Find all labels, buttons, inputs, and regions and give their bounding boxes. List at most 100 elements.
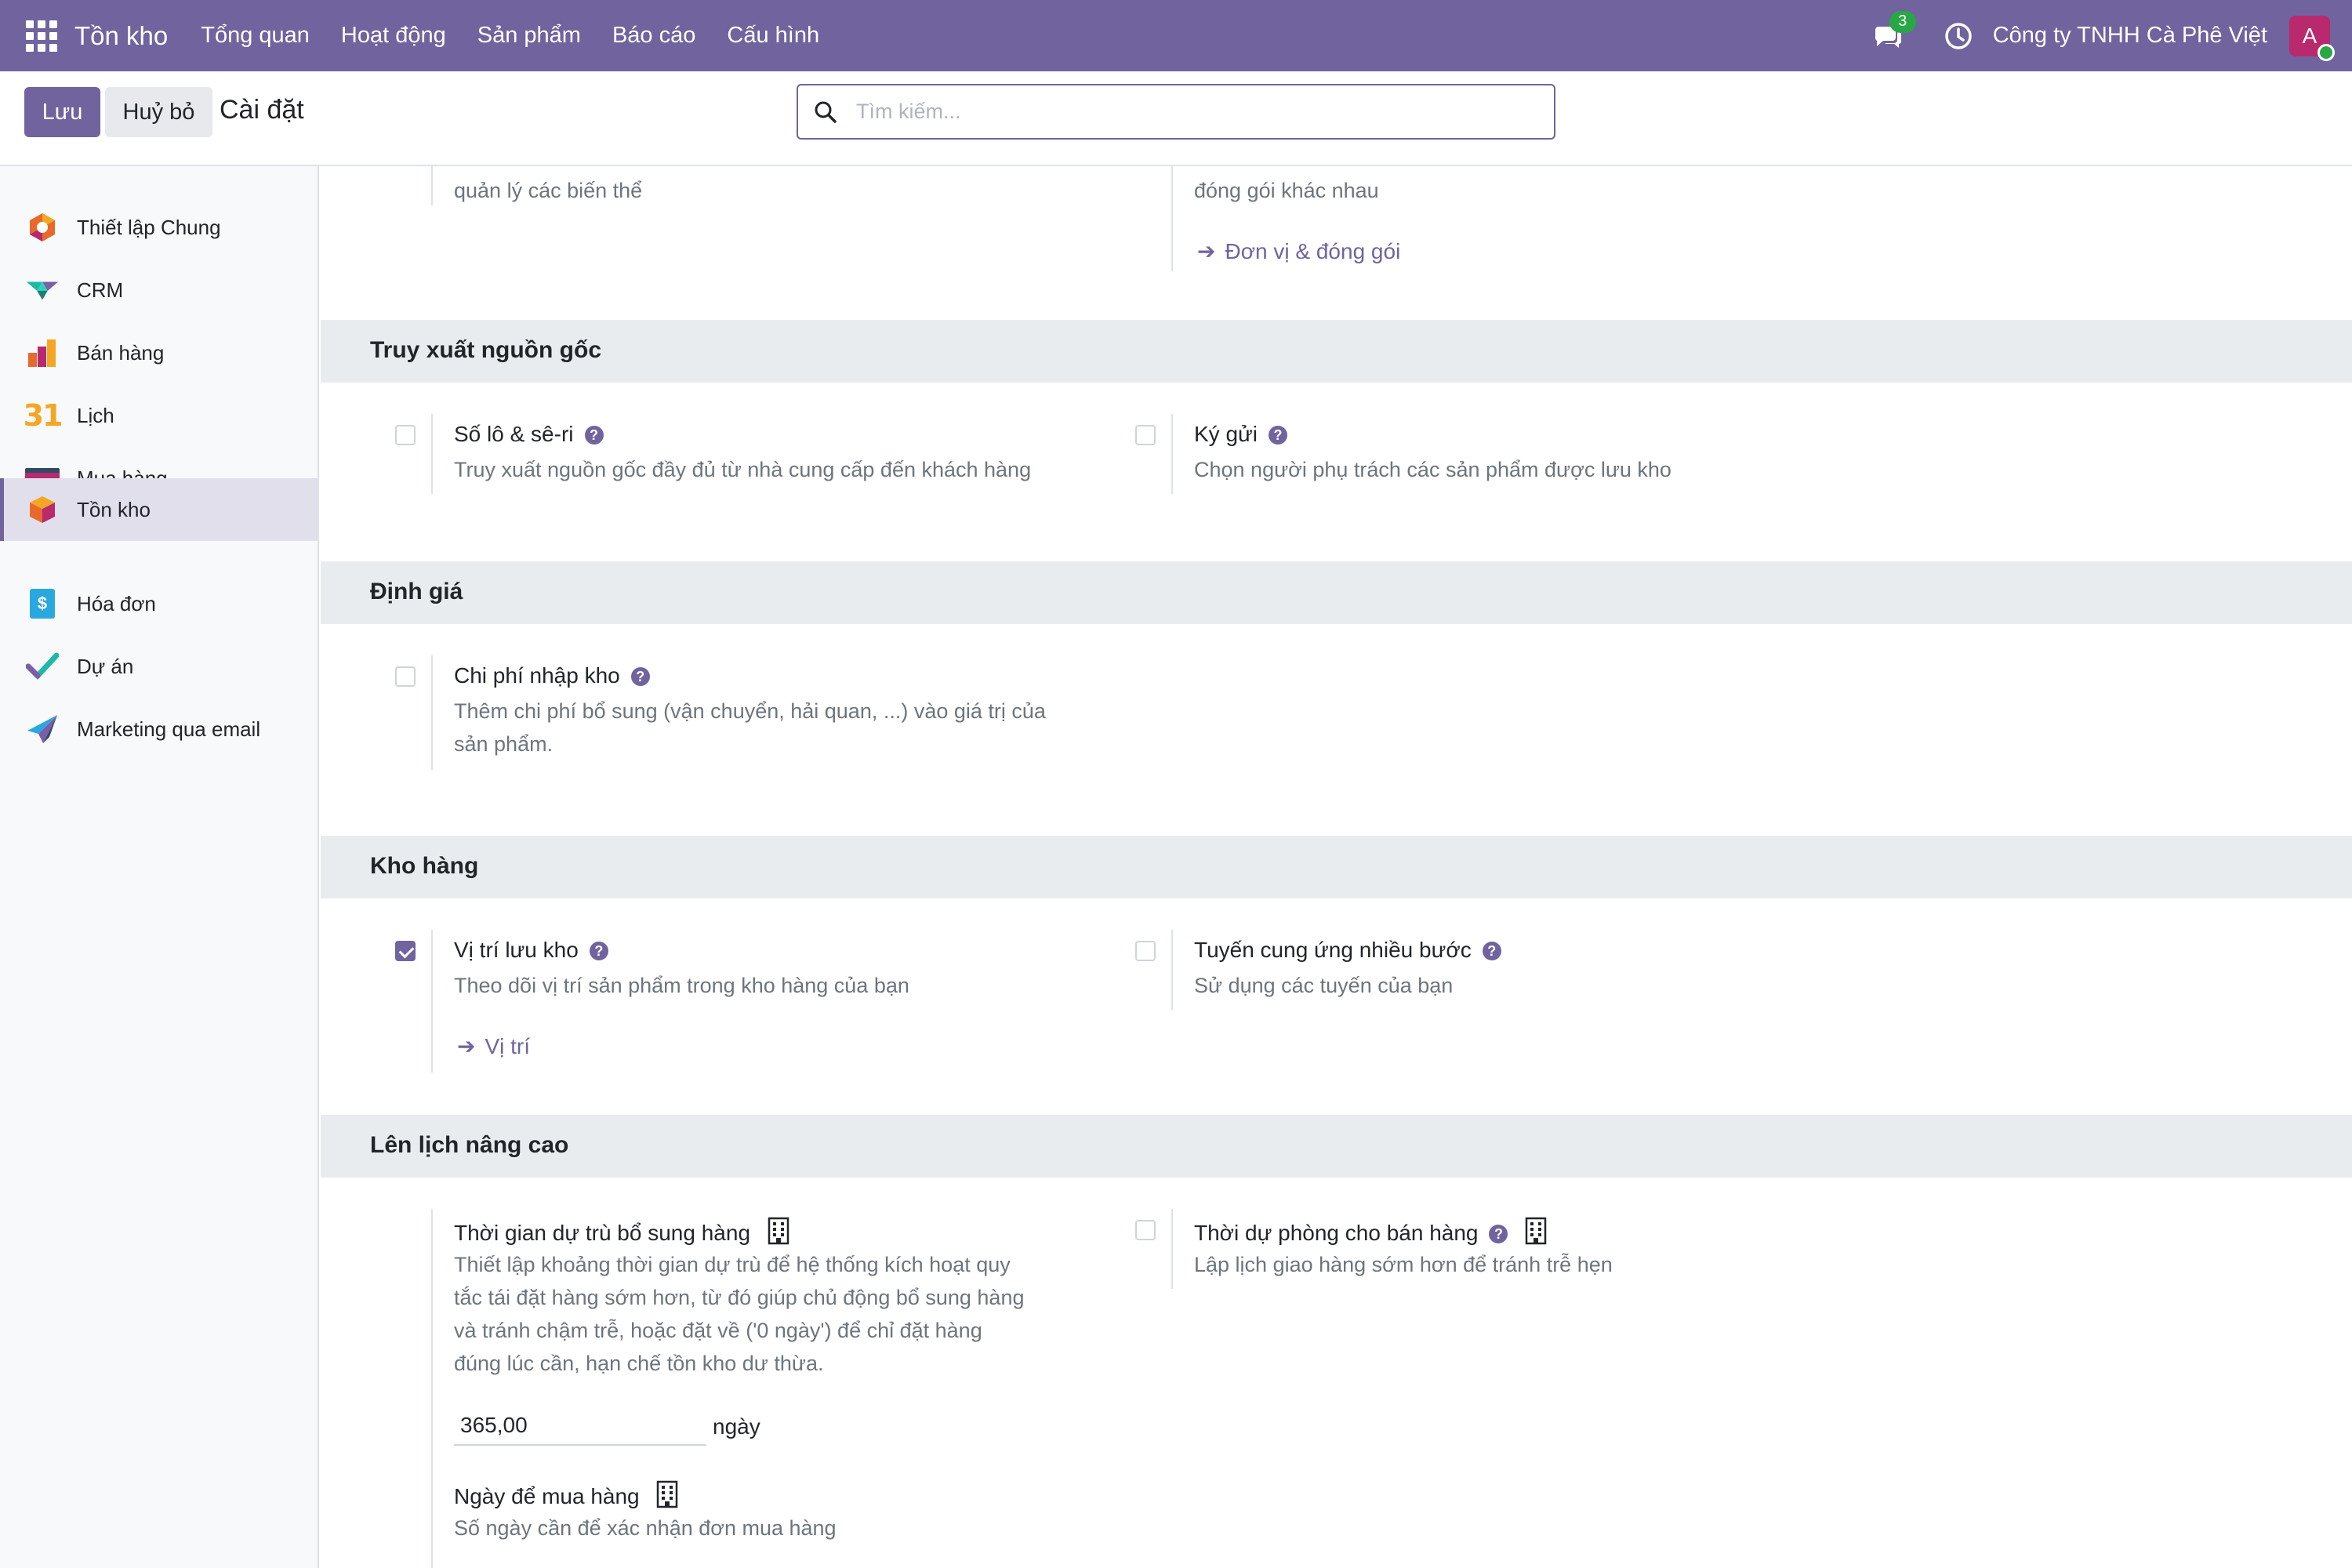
sidebar-item-label: Thiết lập Chung bbox=[77, 215, 221, 239]
sidebar-item-calendar[interactable]: 31 Lịch bbox=[0, 384, 318, 447]
section-warehouse: Kho hàng bbox=[321, 836, 2352, 898]
project-app-icon bbox=[25, 649, 60, 684]
security-lead-checkbox[interactable] bbox=[1135, 1220, 1156, 1240]
sidebar-item-label: Dự án bbox=[77, 654, 134, 678]
menu-products[interactable]: Sản phẩm bbox=[477, 23, 581, 49]
lots-serial-title: Số lô & sê-ri? bbox=[454, 422, 604, 447]
days-to-purchase-desc: Số ngày cần để xác nhận đơn mua hàng bbox=[454, 1516, 837, 1540]
replenish-horizon-desc-line1: Thiết lập khoảng thời gian dự trù để hệ … bbox=[454, 1253, 1011, 1276]
crm-app-icon bbox=[25, 273, 60, 307]
activity-clock-icon[interactable] bbox=[1944, 22, 1973, 50]
section-advanced-scheduling: Lên lịch nâng cao bbox=[321, 1115, 2352, 1178]
sidebar-item-inventory[interactable]: Tồn kho bbox=[0, 478, 318, 541]
online-status-dot bbox=[2318, 43, 2335, 61]
page-title: Cài đặt bbox=[220, 95, 304, 125]
sidebar-item-label: Lịch bbox=[77, 403, 114, 427]
company-building-icon bbox=[1526, 1217, 1547, 1245]
messages-icon[interactable]: 3 bbox=[1872, 10, 1916, 52]
section-valuation: Định giá bbox=[321, 561, 2352, 624]
sidebar-item-label: Tồn kho bbox=[77, 497, 151, 521]
save-button[interactable]: Lưu bbox=[24, 87, 100, 137]
replenish-horizon-desc-line3: và tránh chậm trễ, hoặc đặt về ('0 ngày'… bbox=[454, 1319, 982, 1342]
apps-menu-icon[interactable] bbox=[26, 20, 57, 52]
calendar-app-icon: 31 bbox=[23, 398, 64, 433]
menu-overview[interactable]: Tổng quan bbox=[201, 23, 310, 49]
setting-divider bbox=[1171, 1209, 1173, 1289]
storage-locations-title: Vị trí lưu kho? bbox=[454, 938, 608, 963]
lots-serial-desc: Truy xuất nguồn gốc đầy đủ từ nhà cung c… bbox=[454, 458, 1032, 481]
landed-costs-desc-line1: Thêm chi phí bổ sung (vận chuyển, hải qu… bbox=[454, 699, 1046, 723]
email-marketing-app-icon bbox=[25, 712, 60, 746]
security-lead-desc: Lập lịch giao hàng sớm hơn để tránh trễ … bbox=[1194, 1253, 1613, 1276]
setting-divider bbox=[431, 930, 433, 1073]
setting-divider bbox=[431, 655, 433, 770]
replenish-horizon-desc-line4: đúng lúc cần, hạn chế tồn kho dư thừa. bbox=[454, 1352, 824, 1375]
settings-sidebar: Thiết lập Chung CRM Bán hàng 31 Lịch Mua… bbox=[0, 166, 319, 1568]
help-icon[interactable]: ? bbox=[589, 942, 608, 960]
replenish-horizon-title: Thời gian dự trù bổ sung hàng bbox=[454, 1217, 789, 1246]
app-brand[interactable]: Tồn kho bbox=[74, 21, 168, 51]
sidebar-item-label: Bán hàng bbox=[77, 340, 165, 365]
sidebar-item-general-settings[interactable]: Thiết lập Chung bbox=[0, 196, 318, 259]
help-icon[interactable]: ? bbox=[584, 426, 604, 445]
sales-app-icon bbox=[25, 336, 60, 370]
menu-reporting[interactable]: Báo cáo bbox=[612, 23, 695, 49]
control-panel: Lưu Huỷ bỏ Cài đặt bbox=[0, 71, 2352, 166]
menu-operations[interactable]: Hoạt động bbox=[341, 23, 446, 49]
setting-divider bbox=[1171, 414, 1173, 494]
sidebar-item-project[interactable]: Dự án bbox=[0, 635, 318, 698]
security-lead-title: Thời dự phòng cho bán hàng? bbox=[1194, 1217, 1547, 1246]
search-input[interactable] bbox=[856, 100, 1523, 124]
sidebar-item-invoicing[interactable]: $ Hóa đơn bbox=[0, 572, 318, 635]
horizon-days-unit: ngày bbox=[713, 1414, 760, 1439]
section-traceability: Truy xuất nguồn gốc bbox=[321, 320, 2352, 383]
setting-divider bbox=[431, 1209, 433, 1568]
multistep-routes-checkbox[interactable] bbox=[1135, 941, 1156, 961]
landed-costs-checkbox[interactable] bbox=[395, 666, 416, 687]
sidebar-item-label: CRM bbox=[77, 278, 124, 302]
packaging-desc: đóng gói khác nhau bbox=[1194, 179, 1379, 202]
consignment-checkbox[interactable] bbox=[1135, 425, 1156, 445]
setting-divider bbox=[431, 414, 433, 494]
units-packaging-link[interactable]: ➔ Đơn vị & đóng gói bbox=[1197, 238, 1400, 264]
sidebar-item-label: Hóa đơn bbox=[77, 591, 156, 615]
landed-costs-title: Chi phí nhập kho? bbox=[454, 663, 650, 688]
multistep-routes-title: Tuyến cung ứng nhiều bước? bbox=[1194, 938, 1501, 963]
invoicing-app-icon: $ bbox=[25, 586, 60, 621]
landed-costs-desc-line2: sản phẩm. bbox=[454, 732, 554, 756]
help-icon[interactable]: ? bbox=[1489, 1225, 1508, 1243]
company-switcher[interactable]: Công ty TNHH Cà Phê Việt bbox=[1993, 23, 2267, 49]
help-icon[interactable]: ? bbox=[1482, 942, 1501, 960]
consignment-desc: Chọn người phụ trách các sản phẩm được l… bbox=[1194, 458, 1671, 481]
setting-divider bbox=[1171, 166, 1173, 271]
cancel-button[interactable]: Huỷ bỏ bbox=[105, 87, 212, 137]
help-icon[interactable]: ? bbox=[1269, 426, 1287, 445]
help-icon[interactable]: ? bbox=[630, 667, 650, 686]
multistep-routes-desc: Sử dụng các tuyến của bạn bbox=[1194, 974, 1454, 997]
consignment-title: Ký gửi? bbox=[1194, 422, 1287, 447]
company-building-icon bbox=[657, 1480, 678, 1508]
variants-desc: quản lý các biến thể bbox=[454, 179, 643, 202]
sidebar-item-sales[interactable]: Bán hàng bbox=[0, 321, 318, 384]
days-to-purchase-title: Ngày để mua hàng bbox=[454, 1480, 678, 1509]
avatar-letter: A bbox=[2302, 23, 2318, 48]
horizon-days-input[interactable] bbox=[454, 1406, 706, 1446]
storage-locations-desc: Theo dõi vị trí sản phẩm trong kho hàng … bbox=[454, 974, 909, 997]
user-avatar[interactable]: A bbox=[2289, 15, 2335, 61]
menu-configuration[interactable]: Cấu hình bbox=[727, 23, 819, 49]
top-navbar: Tồn kho Tổng quan Hoạt động Sản phẩm Báo… bbox=[0, 0, 2352, 71]
inventory-app-icon bbox=[25, 492, 60, 527]
company-building-icon bbox=[768, 1217, 789, 1245]
messages-badge: 3 bbox=[1889, 10, 1916, 33]
sidebar-item-email-marketing[interactable]: Marketing qua email bbox=[0, 698, 318, 760]
search-box[interactable] bbox=[797, 84, 1555, 140]
settings-app-icon bbox=[25, 210, 60, 245]
settings-content: quản lý các biến thể đóng gói khác nhau … bbox=[321, 166, 2352, 1568]
sidebar-item-crm[interactable]: CRM bbox=[0, 259, 318, 321]
replenish-horizon-desc-line2: tắc tái đặt hàng sớm hơn, từ đó giúp chủ… bbox=[454, 1286, 1025, 1309]
setting-divider bbox=[1171, 930, 1173, 1010]
lots-serial-checkbox[interactable] bbox=[395, 425, 416, 445]
locations-link[interactable]: ➔ Vị trí bbox=[457, 1033, 530, 1059]
sidebar-item-label: Marketing qua email bbox=[77, 717, 261, 741]
storage-locations-checkbox[interactable] bbox=[395, 941, 416, 961]
